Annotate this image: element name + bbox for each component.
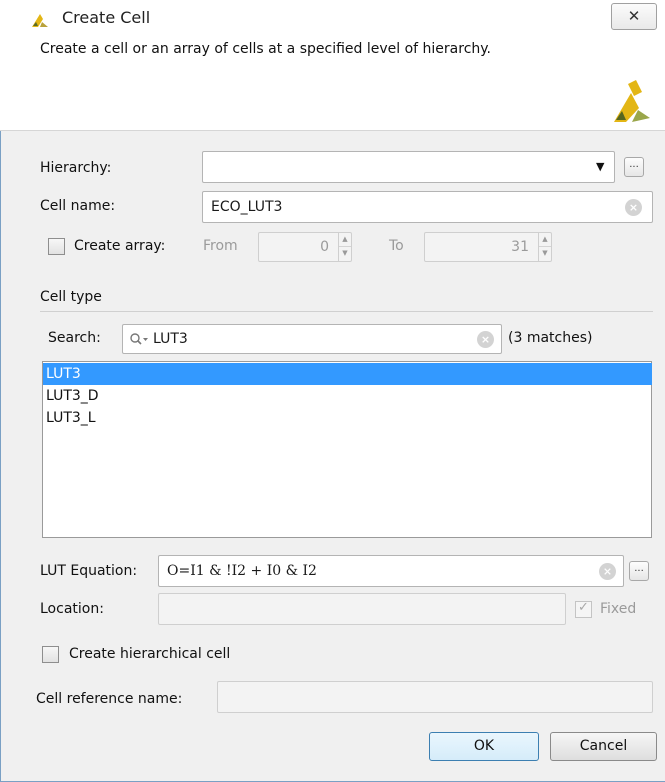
cell-name-label: Cell name: bbox=[40, 198, 116, 214]
match-count: (3 matches) bbox=[508, 330, 593, 346]
title-bar: Create Cell ✕ bbox=[0, 0, 665, 36]
spin-up-icon[interactable]: ▲ bbox=[339, 233, 351, 247]
spin-down-icon[interactable]: ▼ bbox=[539, 247, 551, 260]
list-item[interactable]: LUT3_D bbox=[43, 385, 652, 407]
cell-reference-name-label: Cell reference name: bbox=[36, 691, 183, 707]
ellipsis-icon: ... bbox=[634, 563, 644, 574]
cell-reference-name-input[interactable] bbox=[217, 681, 653, 713]
cell-type-section-label: Cell type bbox=[40, 289, 102, 305]
dropdown-arrow-icon[interactable]: ▼ bbox=[596, 152, 604, 182]
create-hierarchical-cell-label: Create hierarchical cell bbox=[69, 646, 231, 662]
hierarchy-label: Hierarchy: bbox=[40, 160, 112, 176]
to-label: To bbox=[389, 238, 404, 254]
clear-icon[interactable]: × bbox=[625, 199, 642, 216]
window-border bbox=[0, 131, 1, 782]
clear-icon[interactable]: × bbox=[599, 563, 616, 580]
header-description: Create a cell or an array of cells at a … bbox=[40, 41, 492, 57]
ok-button[interactable]: OK bbox=[429, 732, 539, 761]
cell-name-input[interactable]: ECO_LUT3 × bbox=[202, 191, 653, 223]
lut-equation-input[interactable]: O=I1 & !I2 + I0 & I2 × bbox=[158, 555, 624, 587]
fixed-checkbox[interactable]: ✓ bbox=[575, 600, 592, 618]
fixed-label: Fixed bbox=[600, 601, 637, 617]
cell-type-list[interactable]: LUT3 LUT3_D LUT3_L bbox=[42, 361, 652, 538]
lut-equation-label: LUT Equation: bbox=[40, 563, 138, 579]
magnifier-icon bbox=[130, 333, 148, 345]
lut-equation-browse-button[interactable]: ... bbox=[629, 561, 649, 581]
cell-name-value: ECO_LUT3 bbox=[211, 199, 283, 215]
hierarchy-browse-button[interactable]: ... bbox=[624, 157, 644, 177]
location-input[interactable] bbox=[158, 593, 566, 625]
to-spinner-arrows[interactable]: ▲ ▼ bbox=[538, 233, 551, 261]
ellipsis-icon: ... bbox=[629, 159, 639, 170]
spin-down-icon[interactable]: ▼ bbox=[339, 247, 351, 260]
window-title: Create Cell bbox=[62, 8, 151, 27]
close-icon: ✕ bbox=[627, 7, 641, 25]
from-label: From bbox=[203, 238, 238, 254]
cancel-button[interactable]: Cancel bbox=[550, 732, 657, 761]
hierarchy-combobox[interactable]: ▼ bbox=[202, 151, 615, 183]
create-array-label: Create array: bbox=[74, 238, 166, 254]
to-spinner[interactable]: 31 ▲ ▼ bbox=[424, 232, 552, 262]
list-item[interactable]: LUT3_L bbox=[43, 407, 652, 429]
create-hierarchical-cell-checkbox[interactable] bbox=[42, 646, 59, 663]
from-spinner[interactable]: 0 ▲ ▼ bbox=[258, 232, 352, 262]
checkmark-icon: ✓ bbox=[578, 600, 589, 615]
xilinx-logo-icon bbox=[614, 80, 650, 122]
lut-equation-value: O=I1 & !I2 + I0 & I2 bbox=[167, 563, 317, 579]
search-label: Search: bbox=[48, 330, 101, 346]
to-value: 31 bbox=[511, 239, 529, 255]
section-divider bbox=[40, 311, 653, 312]
search-input[interactable]: LUT3 × bbox=[122, 324, 502, 354]
clear-icon[interactable]: × bbox=[477, 331, 494, 348]
from-spinner-arrows[interactable]: ▲ ▼ bbox=[338, 233, 351, 261]
list-item[interactable]: LUT3 bbox=[43, 363, 652, 385]
close-button[interactable]: ✕ bbox=[611, 3, 657, 30]
location-label: Location: bbox=[40, 601, 104, 617]
from-value: 0 bbox=[320, 239, 329, 255]
app-logo-icon bbox=[32, 14, 48, 27]
spin-up-icon[interactable]: ▲ bbox=[539, 233, 551, 247]
search-value: LUT3 bbox=[153, 331, 188, 347]
create-cell-dialog: Create Cell ✕ Create a cell or an array … bbox=[0, 0, 665, 782]
create-array-checkbox[interactable] bbox=[48, 238, 65, 255]
